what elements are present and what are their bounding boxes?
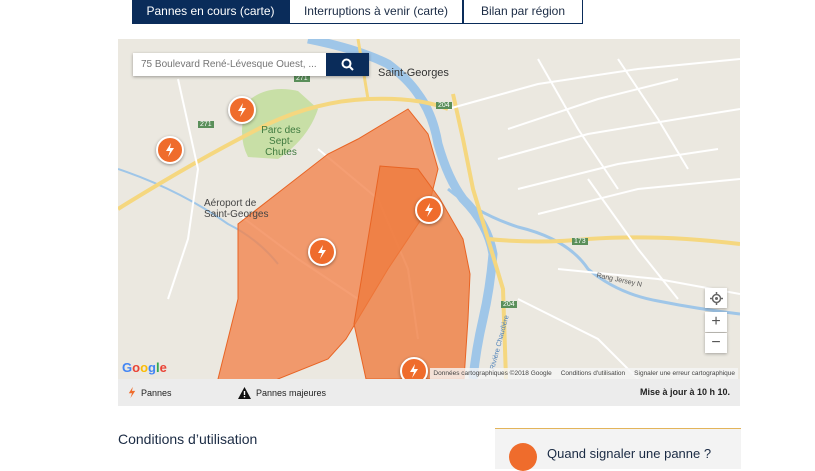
outage-marker[interactable] [308,238,336,266]
zoom-in-button[interactable]: + [705,312,727,332]
my-location-button[interactable] [705,288,727,308]
outage-marker[interactable] [400,357,428,379]
route-shield-271-b: 271 [294,75,310,82]
map-legend: Pannes Pannes majeures Mise à jour à 10 … [118,379,740,406]
map-report-error-link[interactable]: Signaler une erreur cartographique [634,370,735,377]
outage-marker[interactable] [415,196,443,224]
address-search [133,53,369,76]
route-shield-271: 271 [198,121,214,128]
route-shield-204: 204 [436,102,452,109]
outage-marker[interactable] [156,136,184,164]
map-terms-link[interactable]: Conditions d'utilisation [561,370,625,377]
map-data-credit: Données cartographiques ©2018 Google [433,370,552,377]
map-attribution: Données cartographiques ©2018 Google Con… [430,368,738,379]
map-label-airport: Aéroport de Saint-Georges [204,198,269,220]
outage-map[interactable]: Saint-Georges Parc des Sept-Chutes Aérop… [118,39,740,379]
search-button[interactable] [326,53,369,76]
zoom-out-button[interactable]: − [705,333,727,353]
lightning-icon [318,245,326,259]
lightning-icon [166,143,174,157]
legend-pannes: Pannes [128,379,172,406]
conditions-heading: Conditions d’utilisation [118,431,258,447]
warning-icon [238,386,251,399]
map-label-city: Saint-Georges [378,67,449,79]
map-view-tabs: Pannes en cours (carte) Interruptions à … [132,0,583,25]
legend-pannes-majeures-label: Pannes majeures [256,387,327,398]
google-logo: Google [122,360,167,375]
address-search-input[interactable] [133,53,326,76]
tab-region-summary[interactable]: Bilan par région [463,0,583,24]
last-update-text: Mise à jour à 10 h 10. [639,387,730,397]
search-icon [341,58,354,71]
tab-upcoming-interruptions[interactable]: Interruptions à venir (carte) [289,0,463,24]
tab-current-outages[interactable]: Pannes en cours (carte) [132,0,289,24]
lightning-icon [425,203,433,217]
report-outage-card[interactable]: Quand signaler une panne ? [495,428,741,471]
lightning-icon [238,103,246,117]
lightning-icon [410,364,418,378]
lightning-icon [509,443,537,471]
report-outage-title: Quand signaler une panne ? [547,446,712,461]
crosshair-icon [709,291,723,305]
legend-pannes-majeures: Pannes majeures [238,379,326,406]
outage-marker[interactable] [228,96,256,124]
legend-pannes-label: Pannes [141,387,172,398]
route-shield-204-b: 204 [501,301,517,308]
route-shield-173: 173 [572,238,588,245]
map-label-park: Parc des Sept-Chutes [261,125,301,158]
lightning-icon [128,386,136,399]
